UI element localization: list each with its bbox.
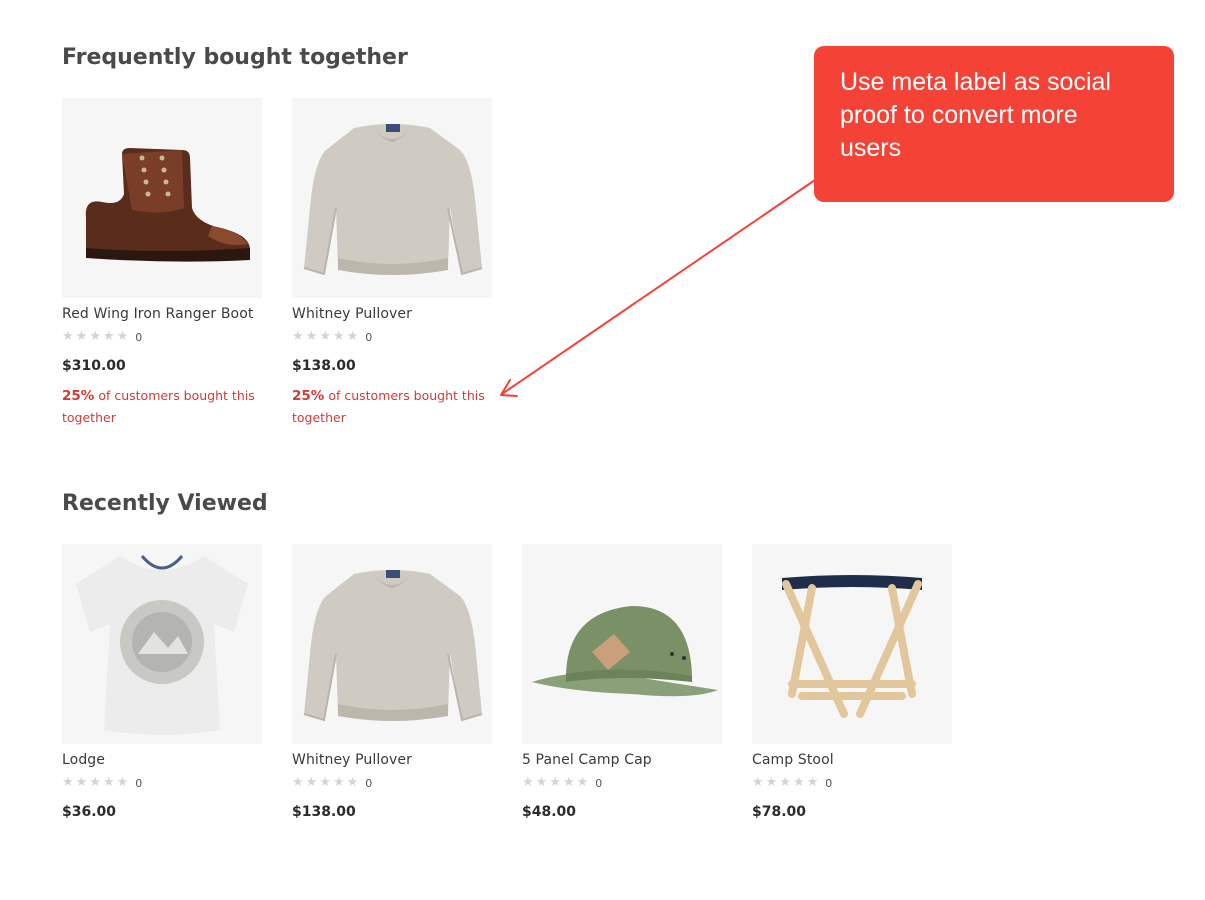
star-icon: ★ bbox=[89, 775, 101, 790]
star-icon: ★ bbox=[576, 775, 589, 790]
product-name[interactable]: Red Wing Iron Ranger Boot bbox=[62, 306, 262, 322]
product-name[interactable]: Whitney Pullover bbox=[292, 752, 492, 768]
product-card[interactable]: Camp Stool ★ ★ ★ ★ ★ 0 $78.00 bbox=[752, 544, 952, 820]
star-icon: ★ bbox=[75, 775, 88, 790]
recently-viewed-title: Recently Viewed bbox=[62, 491, 268, 516]
product-image-tshirt[interactable] bbox=[62, 544, 262, 744]
star-icon: ★ bbox=[305, 775, 318, 790]
star-icon: ★ bbox=[332, 329, 345, 344]
frequently-bought-title: Frequently bought together bbox=[62, 45, 408, 70]
star-icon: ★ bbox=[779, 775, 791, 790]
rating-count: 0 bbox=[135, 776, 143, 790]
product-image-stool[interactable] bbox=[752, 544, 952, 744]
product-name[interactable]: Camp Stool bbox=[752, 752, 952, 768]
product-card[interactable]: Whitney Pullover ★ ★ ★ ★ ★ 0 $138.00 25% of … bbox=[292, 98, 492, 428]
star-icon: ★ bbox=[292, 775, 304, 790]
star-icon: ★ bbox=[292, 329, 304, 344]
product-price: $36.00 bbox=[62, 804, 117, 820]
star-icon: ★ bbox=[806, 775, 819, 790]
star-icon: ★ bbox=[319, 775, 331, 790]
star-icon: ★ bbox=[89, 329, 101, 344]
product-image-sweater[interactable] bbox=[292, 544, 492, 744]
product-image-sweater[interactable] bbox=[292, 98, 492, 298]
star-icon: ★ bbox=[346, 329, 359, 344]
star-icon: ★ bbox=[102, 775, 115, 790]
product-price: $310.00 bbox=[62, 358, 126, 374]
annotation-text: Use meta label as social proof to conver… bbox=[840, 68, 1111, 162]
rating-count: 0 bbox=[365, 330, 373, 344]
star-icon: ★ bbox=[75, 329, 88, 344]
product-name[interactable]: Whitney Pullover bbox=[292, 306, 492, 322]
social-proof-label: 25% of customers bought this together bbox=[62, 385, 262, 428]
star-icon: ★ bbox=[319, 329, 331, 344]
star-icon: ★ bbox=[562, 775, 575, 790]
product-price: $138.00 bbox=[292, 804, 356, 820]
rating: ★ ★ ★ ★ ★ 0 bbox=[752, 776, 952, 790]
star-icon: ★ bbox=[765, 775, 778, 790]
product-name[interactable]: 5 Panel Camp Cap bbox=[522, 752, 722, 768]
star-icon: ★ bbox=[116, 775, 129, 790]
star-icon: ★ bbox=[116, 329, 129, 344]
rating: ★ ★ ★ ★ ★ 0 bbox=[62, 776, 262, 790]
star-icon: ★ bbox=[792, 775, 805, 790]
product-price: $138.00 bbox=[292, 358, 356, 374]
rating-count: 0 bbox=[135, 330, 143, 344]
star-icon: ★ bbox=[535, 775, 548, 790]
product-price: $78.00 bbox=[752, 804, 807, 820]
rating: ★ ★ ★ ★ ★ 0 bbox=[292, 776, 492, 790]
star-icon: ★ bbox=[522, 775, 534, 790]
frequently-bought-grid: Red Wing Iron Ranger Boot ★ ★ ★ ★ ★ 0 $310.0… bbox=[62, 98, 492, 428]
social-proof-percent: 25% bbox=[62, 388, 95, 404]
star-icon: ★ bbox=[305, 329, 318, 344]
arrow-head bbox=[500, 379, 518, 397]
recently-viewed-grid: Lodge ★ ★ ★ ★ ★ 0 $36.00 Whitney Pullover ★ ★… bbox=[62, 544, 952, 820]
social-proof-label: 25% of customers bought this together bbox=[292, 385, 492, 428]
product-card[interactable]: Lodge ★ ★ ★ ★ ★ 0 $36.00 bbox=[62, 544, 262, 820]
rating: ★ ★ ★ ★ ★ 0 bbox=[62, 330, 262, 344]
star-icon: ★ bbox=[62, 329, 74, 344]
annotation-callout: Use meta label as social proof to conver… bbox=[814, 46, 1174, 202]
product-image-cap[interactable] bbox=[522, 544, 722, 744]
rating: ★ ★ ★ ★ ★ 0 bbox=[522, 776, 722, 790]
star-icon: ★ bbox=[752, 775, 764, 790]
product-card[interactable]: Red Wing Iron Ranger Boot ★ ★ ★ ★ ★ 0 $310.0… bbox=[62, 98, 262, 428]
product-price: $48.00 bbox=[522, 804, 577, 820]
rating-count: 0 bbox=[825, 776, 833, 790]
arrow-line bbox=[501, 179, 816, 395]
rating: ★ ★ ★ ★ ★ 0 bbox=[292, 330, 492, 344]
product-card[interactable]: Whitney Pullover ★ ★ ★ ★ ★ 0 $138.00 bbox=[292, 544, 492, 820]
product-name[interactable]: Lodge bbox=[62, 752, 262, 768]
rating-count: 0 bbox=[595, 776, 603, 790]
star-icon: ★ bbox=[62, 775, 74, 790]
product-card[interactable]: 5 Panel Camp Cap ★ ★ ★ ★ ★ 0 $48.00 bbox=[522, 544, 722, 820]
product-image-boot[interactable] bbox=[62, 98, 262, 298]
social-proof-percent: 25% bbox=[292, 388, 325, 404]
star-icon: ★ bbox=[346, 775, 359, 790]
star-icon: ★ bbox=[102, 329, 115, 344]
star-icon: ★ bbox=[332, 775, 345, 790]
rating-count: 0 bbox=[365, 776, 373, 790]
star-icon: ★ bbox=[549, 775, 561, 790]
